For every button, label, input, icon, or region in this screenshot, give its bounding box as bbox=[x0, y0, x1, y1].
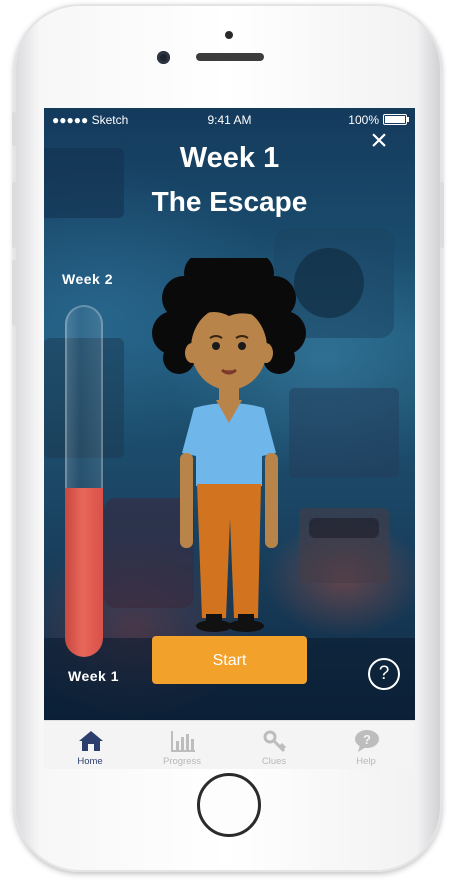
episode-title: The Escape bbox=[151, 186, 308, 217]
tab-clues[interactable]: Clues bbox=[228, 721, 320, 769]
progress-bottom-label: Week 1 bbox=[68, 668, 119, 684]
proximity-sensor bbox=[225, 31, 233, 39]
start-button[interactable]: Start bbox=[152, 636, 307, 684]
tab-home-label: Home bbox=[77, 756, 103, 767]
mute-switch bbox=[12, 112, 16, 146]
character-illustration bbox=[152, 258, 306, 632]
status-bar: ●●●●● Sketch 9:41 AM 100% bbox=[44, 108, 415, 130]
tab-progress[interactable]: Progress bbox=[136, 721, 228, 769]
home-icon bbox=[79, 731, 103, 751]
week-title: Week 1 bbox=[179, 142, 280, 174]
home-hardware-button[interactable] bbox=[197, 773, 261, 837]
svg-text:?: ? bbox=[363, 732, 371, 747]
power-button bbox=[440, 182, 444, 248]
tab-clues-label: Clues bbox=[261, 756, 287, 767]
progress-tube bbox=[65, 305, 103, 657]
volume-down-button bbox=[12, 260, 16, 326]
speech-bubble-question-icon: ? bbox=[355, 730, 379, 752]
tab-bar: Home Progress Clues ? Help bbox=[44, 720, 415, 769]
earpiece-speaker bbox=[196, 53, 264, 61]
app-screen: ●●●●● Sketch 9:41 AM 100% × Week 1 The E… bbox=[44, 108, 415, 769]
bar-chart-icon bbox=[171, 731, 195, 752]
tab-help-label: Help bbox=[356, 756, 376, 767]
volume-up-button bbox=[12, 182, 16, 248]
tab-home[interactable]: Home bbox=[44, 721, 136, 769]
tab-progress-label: Progress bbox=[162, 756, 201, 767]
progress-tube-fill bbox=[65, 488, 103, 657]
question-icon[interactable]: ? bbox=[368, 658, 400, 690]
front-camera bbox=[157, 51, 170, 64]
tab-help[interactable]: ? Help bbox=[320, 721, 412, 769]
key-icon bbox=[263, 730, 287, 753]
progress-top-label: Week 2 bbox=[62, 271, 113, 287]
